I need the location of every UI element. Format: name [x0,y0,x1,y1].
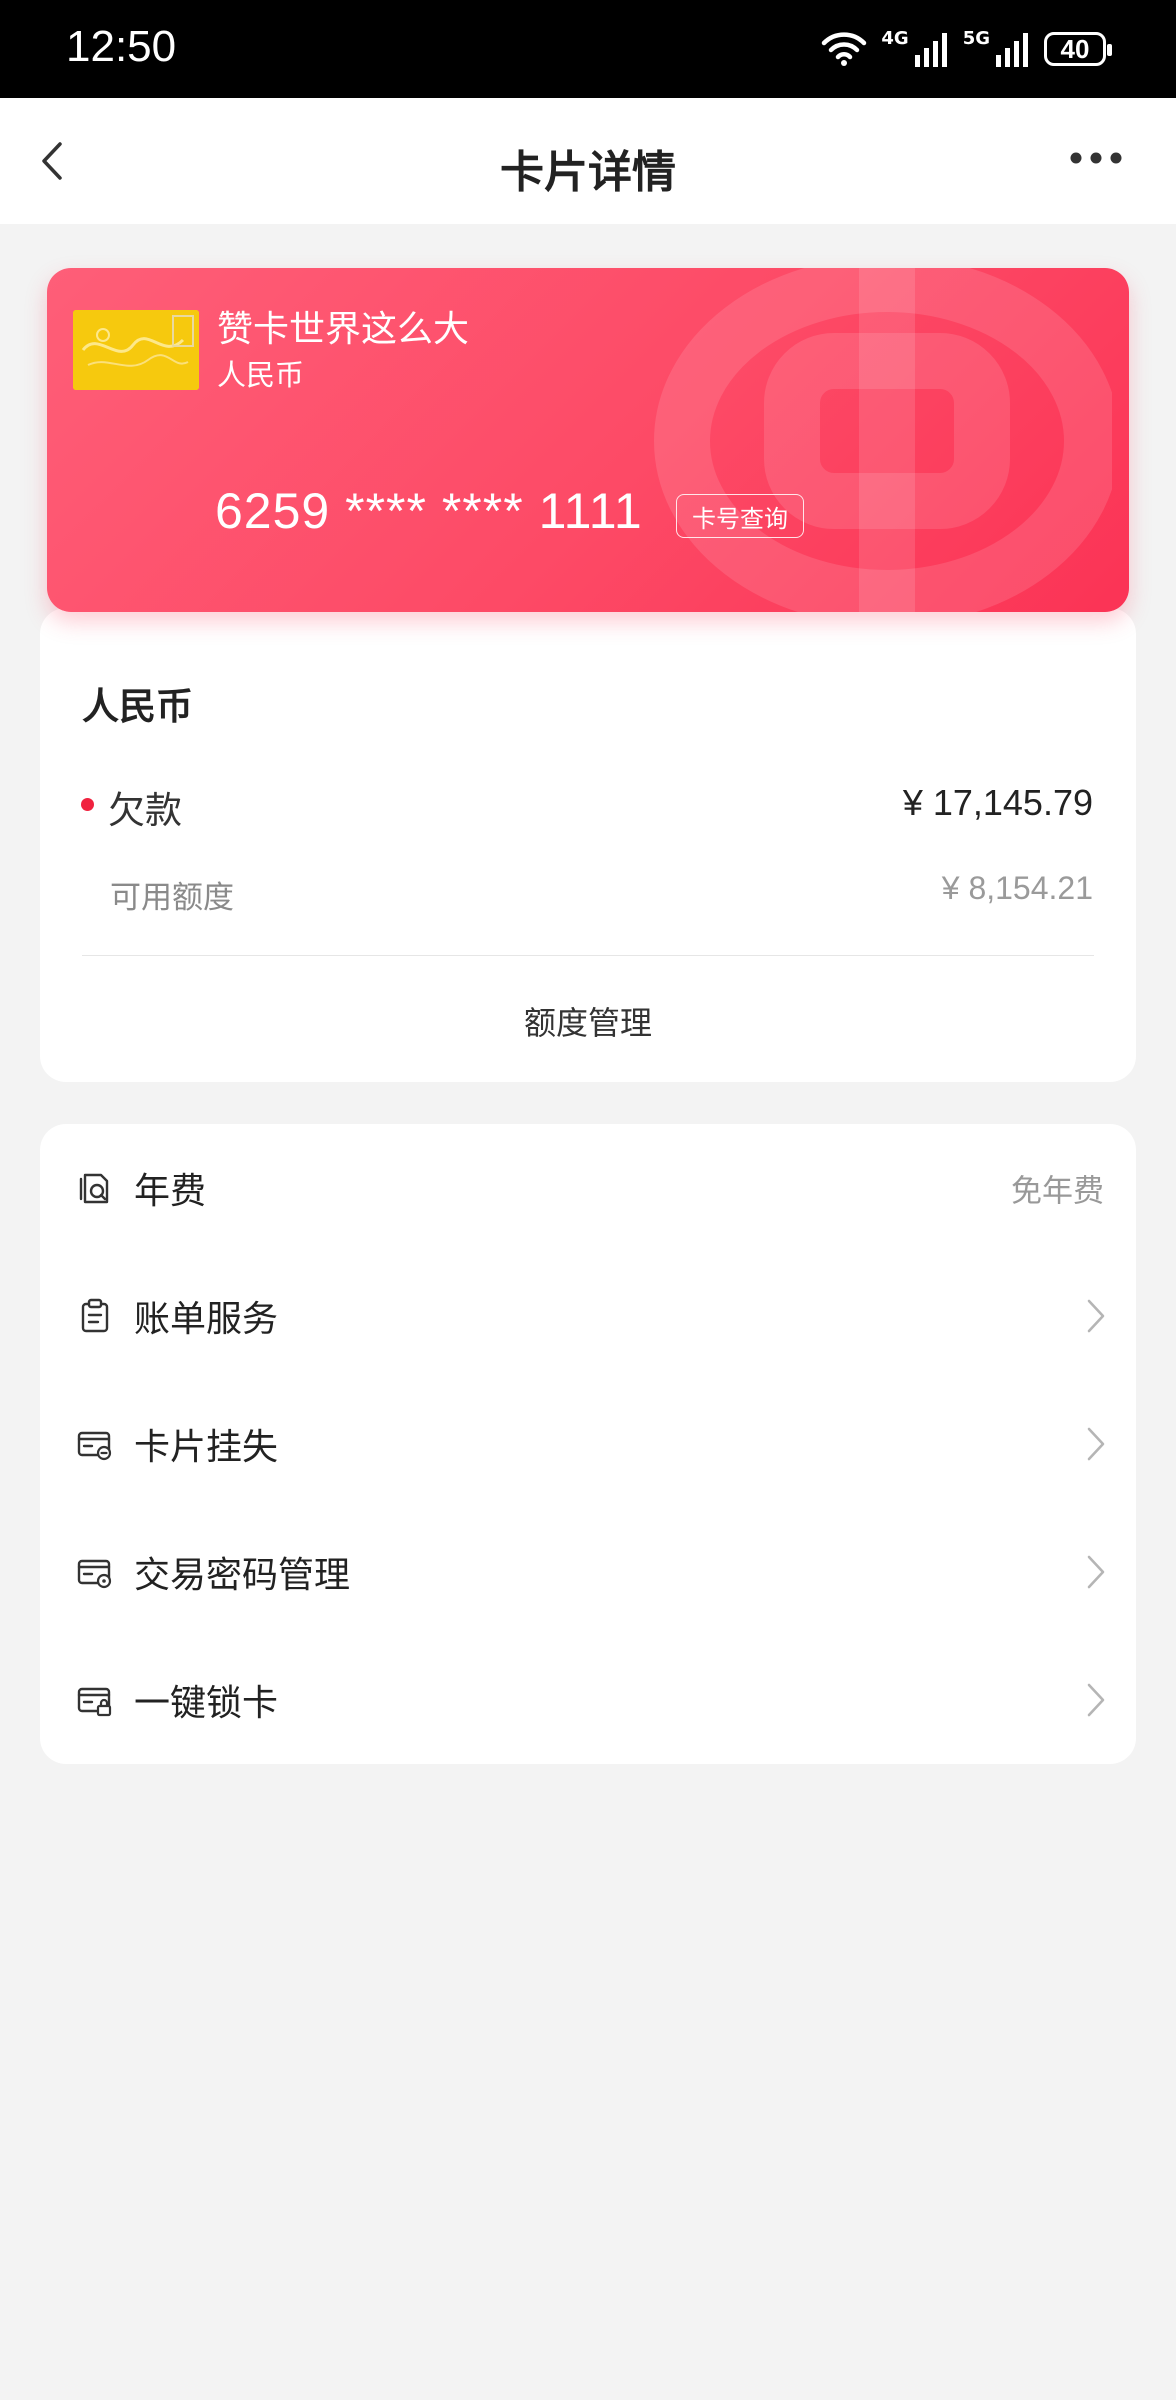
annual-fee-icon [79,1173,109,1204]
menu-item-annual-fee[interactable]: 年费 免年费 [40,1124,1136,1252]
menu-item-label: 交易密码管理 [134,1555,351,1596]
debt-amount: ¥ 17,145.79 [902,782,1093,823]
menu-item-label: 一键锁卡 [134,1683,279,1724]
menu-item-transaction-password[interactable]: 交易密码管理 [40,1508,1136,1636]
signal-icon [996,33,1028,67]
card-loss-icon [77,1431,112,1461]
balance-currency-title: 人民币 [82,685,193,728]
debt-indicator-dot [81,798,94,811]
menu-item-card-loss[interactable]: 卡片挂失 [40,1380,1136,1508]
app-header: 卡片详情 [0,98,1176,224]
chevron-right-icon [1087,1427,1105,1461]
menu-item-lock-card[interactable]: 一键锁卡 [40,1636,1136,1764]
card-services-menu: 年费 免年费 账单服务 卡片挂失 交易密码管理 一键锁卡 [40,1124,1136,1764]
credit-card[interactable]: 赞卡世界这么大 人民币 6259 **** **** 1111 卡号查询 [47,268,1129,612]
chevron-right-icon [1087,1299,1105,1333]
menu-item-label: 账单服务 [134,1299,279,1340]
network-5g-label: 5G [962,28,990,49]
signal-icon [914,33,947,67]
chevron-right-icon [1087,1555,1105,1589]
card-currency: 人民币 [217,358,305,392]
menu-item-label: 年费 [134,1171,207,1212]
available-credit-amount: ¥ 8,154.21 [941,870,1093,906]
card-thumbnail-image [73,310,199,390]
chevron-right-icon [1087,1683,1105,1717]
battery-level: 40 [1060,33,1090,64]
card-password-icon [77,1559,112,1589]
wifi-icon [822,32,867,66]
menu-item-bill-service[interactable]: 账单服务 [40,1252,1136,1380]
card-number-query-button[interactable]: 卡号查询 [676,494,804,538]
divider [82,955,1094,956]
status-icons: 4G 5G 40 [821,26,1112,72]
menu-item-label: 卡片挂失 [134,1427,279,1468]
battery-icon: 40 [1044,32,1112,66]
status-bar: 12:50 4G 5G 40 [0,0,1176,98]
card-name: 赞卡世界这么大 [217,309,470,350]
card-lock-icon [77,1687,112,1717]
status-time: 12:50 [66,22,177,71]
annual-fee-value: 免年费 [1011,1173,1104,1210]
card-number: 6259 **** **** 1111 [215,483,643,539]
limit-management-button[interactable]: 额度管理 [0,998,1176,1044]
page-title: 卡片详情 [500,147,676,198]
bill-icon [81,1298,109,1333]
available-credit-label: 可用额度 [110,880,234,916]
network-4g-label: 4G [881,28,909,49]
more-options-icon[interactable] [1066,138,1126,178]
debt-label: 欠款 [108,789,182,832]
card-art-icon [73,310,199,390]
bank-logo-watermark-icon [654,268,1112,612]
